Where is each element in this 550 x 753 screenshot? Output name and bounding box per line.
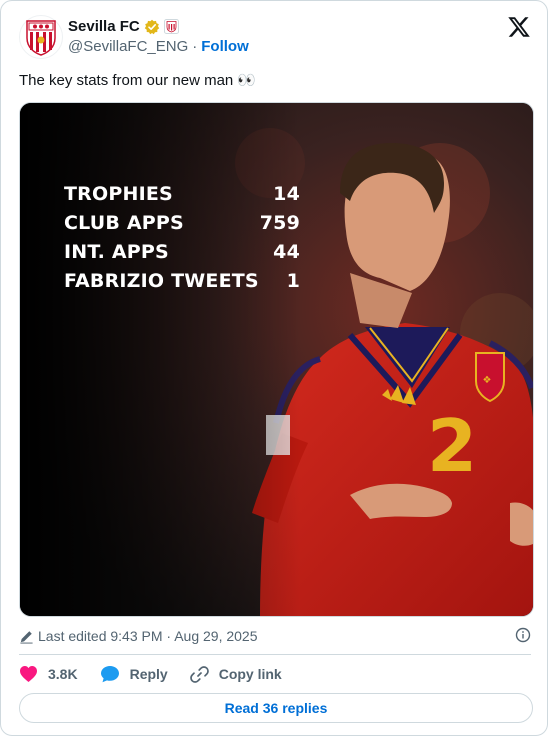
shirt-number: 2	[427, 404, 477, 488]
reply-bubble-icon	[100, 666, 119, 683]
copy-link-label: Copy link	[218, 666, 282, 682]
avatar[interactable]	[19, 15, 63, 59]
stats-overlay: TROPHIES 14 CLUB APPS 759 INT. APPS 44 F…	[64, 179, 300, 295]
sevilla-crest-icon	[26, 20, 56, 56]
edited-meta: Last edited 9:43 PM · Aug 29, 2025	[19, 627, 531, 645]
stat-value: 759	[259, 211, 300, 234]
like-count: 3.8K	[48, 666, 78, 682]
tweet-media-image[interactable]: ❖ 2 TROPHIES 14 CLUB APPS 759 INT. APPS …	[19, 102, 534, 617]
display-name[interactable]: Sevilla FC	[68, 18, 140, 35]
like-button[interactable]: 3.8K	[19, 665, 78, 683]
tweet-header: Sevilla FC @SevillaFC_ENG · Follow	[19, 15, 531, 59]
tweet-card: Sevilla FC @SevillaFC_ENG · Follow The k…	[0, 0, 548, 736]
link-icon	[189, 665, 209, 683]
pencil-icon	[20, 630, 33, 644]
edited-timestamp[interactable]: Last edited 9:43 PM · Aug 29, 2025	[38, 628, 258, 644]
heart-icon	[20, 666, 37, 682]
stat-value: 1	[286, 269, 300, 292]
stat-row: CLUB APPS 759	[64, 208, 300, 237]
reply-button[interactable]: Reply	[100, 665, 168, 683]
stat-row: INT. APPS 44	[64, 237, 300, 266]
affiliate-crest-icon	[163, 19, 179, 34]
stat-row: FABRIZIO TWEETS 1	[64, 266, 300, 295]
stat-label: TROPHIES	[64, 182, 173, 205]
reply-label: Reply	[129, 666, 168, 682]
stat-value: 14	[273, 182, 300, 205]
x-logo-icon[interactable]	[507, 15, 531, 39]
handle-row: @SevillaFC_ENG · Follow	[68, 38, 249, 55]
read-replies-button[interactable]: Read 36 replies	[19, 693, 533, 723]
separator-dot: ·	[192, 38, 198, 55]
action-bar: 3.8K Reply Copy link	[19, 663, 304, 685]
divider	[19, 654, 531, 655]
tweet-text: The key stats from our new man 👀	[19, 72, 257, 89]
account-handle[interactable]: @SevillaFC_ENG	[68, 38, 188, 55]
follow-button[interactable]: Follow	[201, 38, 249, 55]
stat-row: TROPHIES 14	[64, 179, 300, 208]
info-icon[interactable]	[515, 627, 531, 643]
stat-value: 44	[273, 240, 300, 263]
stat-label: INT. APPS	[64, 240, 169, 263]
stat-label: FABRIZIO TWEETS	[64, 269, 259, 292]
verified-badge-icon	[144, 19, 159, 34]
svg-text:❖: ❖	[483, 375, 492, 386]
copy-link-button[interactable]: Copy link	[189, 665, 282, 684]
name-row: Sevilla FC	[68, 18, 179, 35]
stat-label: CLUB APPS	[64, 211, 184, 234]
